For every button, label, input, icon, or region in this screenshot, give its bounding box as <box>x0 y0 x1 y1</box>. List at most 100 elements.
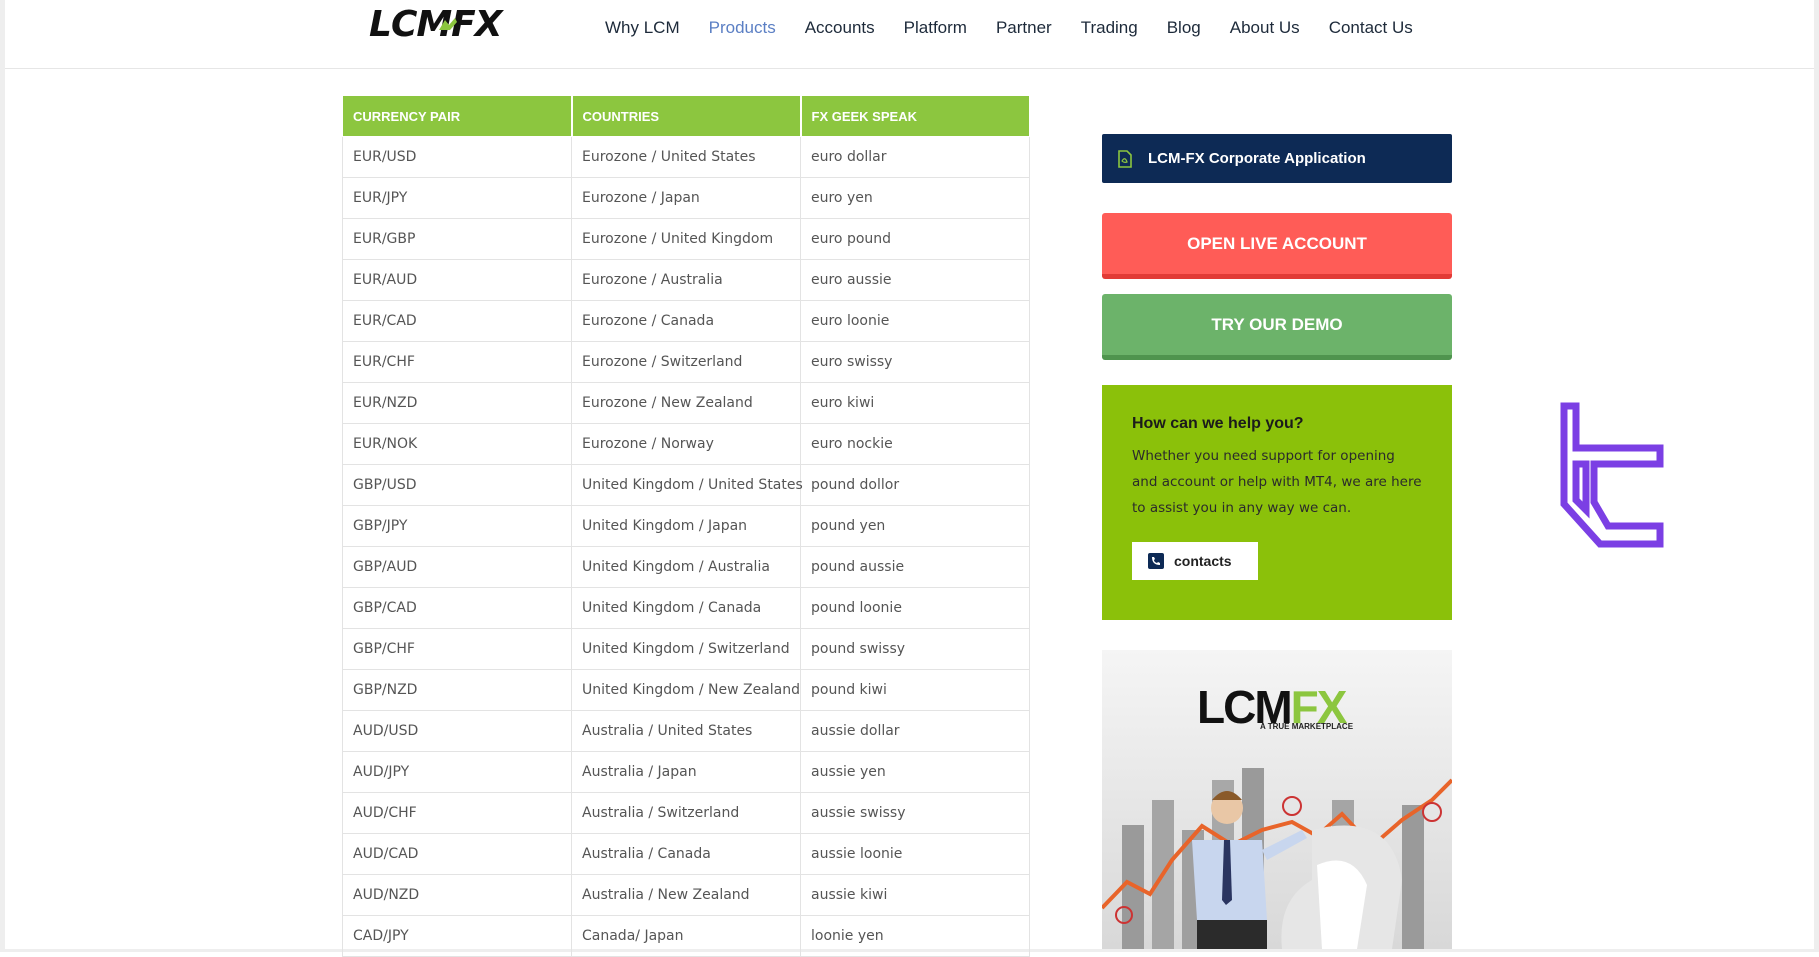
open-live-account-button[interactable]: OPEN LIVE ACCOUNT <box>1102 213 1452 279</box>
table-row: EUR/NOK Eurozone / Norway euro nockie <box>342 423 1030 465</box>
pdf-document-icon <box>1118 149 1132 168</box>
table-row: EUR/CAD Eurozone / Canada euro loonie <box>342 300 1030 342</box>
fx-geek-speak-cell: euro loonie <box>800 300 1030 342</box>
currency-pair-cell: EUR/GBP <box>342 218 572 260</box>
page-frame-left <box>0 0 5 952</box>
nav-item-platform[interactable]: Platform <box>904 18 967 38</box>
countries-cell: Eurozone / Canada <box>571 300 801 342</box>
table-row: AUD/JPY Australia / Japan aussie yen <box>342 751 1030 793</box>
table-row: GBP/JPY United Kingdom / Japan pound yen <box>342 505 1030 547</box>
table-row: GBP/CAD United Kingdom / Canada pound loon… <box>342 587 1030 629</box>
nav-item-products[interactable]: Products <box>709 18 776 38</box>
fx-geek-speak-cell: aussie yen <box>800 751 1030 793</box>
countries-cell: Australia / Switzerland <box>571 792 801 834</box>
currency-pair-cell: EUR/NZD <box>342 382 572 424</box>
header-currency-pair: CURRENCY PAIR <box>342 95 573 137</box>
nav-item-why-lcm[interactable]: Why LCM <box>605 18 680 38</box>
table-row: EUR/AUD Eurozone / Australia euro aussie <box>342 259 1030 301</box>
currency-pair-cell: GBP/NZD <box>342 669 572 711</box>
countries-cell: Australia / Japan <box>571 751 801 793</box>
fx-geek-speak-cell: euro dollar <box>800 136 1030 178</box>
fx-geek-speak-cell: euro kiwi <box>800 382 1030 424</box>
nav-item-accounts[interactable]: Accounts <box>805 18 875 38</box>
countries-cell: United Kingdom / Japan <box>571 505 801 547</box>
countries-cell: United Kingdom / Australia <box>571 546 801 588</box>
fx-geek-speak-cell: aussie swissy <box>800 792 1030 834</box>
nav-item-trading[interactable]: Trading <box>1081 18 1138 38</box>
fx-geek-speak-cell: euro aussie <box>800 259 1030 301</box>
fx-geek-speak-cell: euro yen <box>800 177 1030 219</box>
countries-cell: United Kingdom / New Zealand <box>571 669 801 711</box>
header-fx-geek-speak: FX GEEK SPEAK <box>800 95 1031 137</box>
site-logo[interactable]: LCMFX <box>369 2 503 46</box>
countries-cell: Australia / United States <box>571 710 801 752</box>
promo-banner[interactable]: LCMFX A TRUE MARKETPLACE <box>1102 650 1452 949</box>
corporate-application-label: LCM-FX Corporate Application <box>1148 150 1366 167</box>
table-row: EUR/JPY Eurozone / Japan euro yen <box>342 177 1030 219</box>
table-row: GBP/USD United Kingdom / United States pou… <box>342 464 1030 506</box>
contacts-button[interactable]: contacts <box>1132 542 1258 580</box>
currency-pair-cell: EUR/AUD <box>342 259 572 301</box>
table-row: AUD/NZD Australia / New Zealand aussie kiw… <box>342 874 1030 916</box>
help-box: How can we help you? Whether you need su… <box>1102 385 1452 620</box>
try-demo-label: TRY OUR DEMO <box>1211 314 1343 334</box>
contacts-label: contacts <box>1174 553 1232 569</box>
fx-geek-speak-cell: aussie loonie <box>800 833 1030 875</box>
table-header-row: CURRENCY PAIR COUNTRIES FX GEEK SPEAK <box>342 95 1031 137</box>
currency-pair-cell: AUD/NZD <box>342 874 572 916</box>
logo-text: LCMFX <box>369 3 503 45</box>
nav-item-partner[interactable]: Partner <box>996 18 1052 38</box>
tc-brand-logo-icon <box>1560 402 1664 548</box>
currency-pair-cell: AUD/CHF <box>342 792 572 834</box>
countries-cell: Eurozone / Switzerland <box>571 341 801 383</box>
currency-pair-cell: AUD/CAD <box>342 833 572 875</box>
header-countries: COUNTRIES <box>571 95 802 137</box>
fx-geek-speak-cell: aussie dollar <box>800 710 1030 752</box>
countries-cell: Australia / New Zealand <box>571 874 801 916</box>
countries-cell: Eurozone / United Kingdom <box>571 218 801 260</box>
try-demo-button[interactable]: TRY OUR DEMO <box>1102 294 1452 360</box>
currency-pair-cell: GBP/CHF <box>342 628 572 670</box>
currency-pair-cell: AUD/USD <box>342 710 572 752</box>
table-row: EUR/CHF Eurozone / Switzerland euro swissy <box>342 341 1030 383</box>
fx-geek-speak-cell: pound yen <box>800 505 1030 547</box>
table-row: CAD/JPY Canada/ Japan loonie yen <box>342 915 1030 957</box>
table-row: EUR/USD Eurozone / United States euro doll… <box>342 136 1030 178</box>
corporate-application-button[interactable]: LCM-FX Corporate Application <box>1102 134 1452 183</box>
fx-geek-speak-cell: loonie yen <box>800 915 1030 957</box>
table-row: GBP/NZD United Kingdom / New Zealand pound… <box>342 669 1030 711</box>
page-frame-right <box>1814 0 1819 952</box>
phone-icon <box>1148 553 1164 569</box>
open-live-account-label: OPEN LIVE ACCOUNT <box>1187 233 1367 253</box>
countries-cell: Eurozone / Australia <box>571 259 801 301</box>
fx-geek-speak-cell: pound dollor <box>800 464 1030 506</box>
currency-pair-cell: EUR/NOK <box>342 423 572 465</box>
nav-item-contact-us[interactable]: Contact Us <box>1329 18 1413 38</box>
table-row: EUR/GBP Eurozone / United Kingdom euro pou… <box>342 218 1030 260</box>
table-row: AUD/CHF Australia / Switzerland aussie swi… <box>342 792 1030 834</box>
fx-geek-speak-cell: pound kiwi <box>800 669 1030 711</box>
countries-cell: United Kingdom / Canada <box>571 587 801 629</box>
main-nav: Why LCM Products Accounts Platform Partner Tr… <box>605 18 1442 38</box>
logo-leaf-icon <box>439 18 457 30</box>
currency-pair-cell: GBP/USD <box>342 464 572 506</box>
countries-cell: Eurozone / New Zealand <box>571 382 801 424</box>
countries-cell: Eurozone / Japan <box>571 177 801 219</box>
fx-geek-speak-cell: euro nockie <box>800 423 1030 465</box>
table-row: EUR/NZD Eurozone / New Zealand euro kiwi <box>342 382 1030 424</box>
fx-geek-speak-cell: pound aussie <box>800 546 1030 588</box>
currency-pair-cell: CAD/JPY <box>342 915 572 957</box>
help-text: Whether you need support for opening and… <box>1132 448 1422 516</box>
fx-geek-speak-cell: aussie kiwi <box>800 874 1030 916</box>
currency-pairs-table: CURRENCY PAIR COUNTRIES FX GEEK SPEAK EU… <box>342 95 1031 957</box>
countries-cell: Eurozone / United States <box>571 136 801 178</box>
table-row: GBP/AUD United Kingdom / Australia pound a… <box>342 546 1030 588</box>
nav-item-about-us[interactable]: About Us <box>1230 18 1300 38</box>
fx-geek-speak-cell: pound swissy <box>800 628 1030 670</box>
countries-cell: Eurozone / Norway <box>571 423 801 465</box>
currency-pair-cell: EUR/CHF <box>342 341 572 383</box>
countries-cell: United Kingdom / United States <box>571 464 803 506</box>
help-title: How can we help you? <box>1132 415 1304 432</box>
nav-item-blog[interactable]: Blog <box>1167 18 1201 38</box>
fx-geek-speak-cell: euro swissy <box>800 341 1030 383</box>
